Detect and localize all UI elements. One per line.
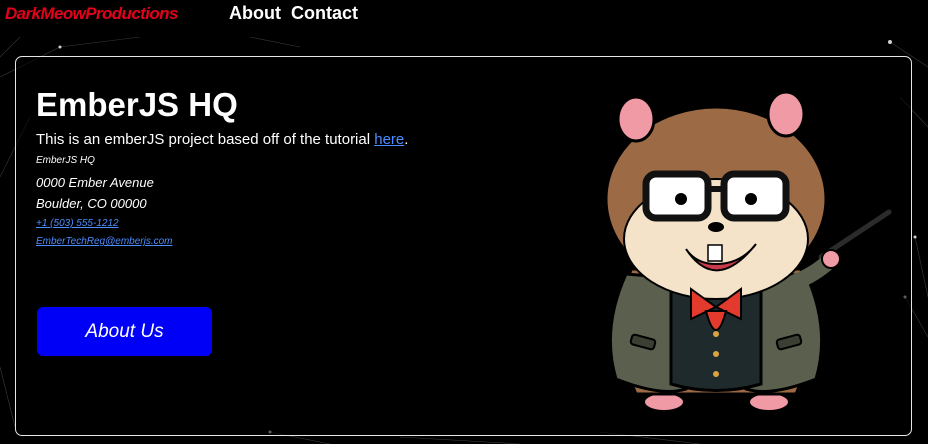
address-city: Boulder, CO 00000 — [36, 196, 147, 211]
page-title: EmberJS HQ — [36, 86, 238, 123]
brand-link[interactable]: DarkMeowProductions — [5, 4, 178, 24]
intro-sentence: This is an emberJS project based off of … — [36, 131, 375, 148]
nav-contact-link[interactable]: Contact — [291, 3, 358, 24]
about-us-button[interactable]: About Us — [37, 307, 212, 356]
email-link[interactable]: EmberTechReg@emberjs.com — [36, 236, 173, 247]
intro-period: . — [404, 131, 409, 148]
tutorial-link[interactable]: here — [374, 131, 404, 148]
navbar: DarkMeowProductions About Contact — [0, 0, 928, 32]
nav-about-link[interactable]: About — [229, 3, 281, 24]
address-street: 0000 Ember Avenue — [36, 175, 154, 190]
page: DarkMeowProductions About Contact EmberJ… — [0, 0, 928, 444]
address-name: EmberJS HQ — [36, 155, 95, 166]
phone-link[interactable]: +1 (503) 555-1212 — [36, 218, 119, 229]
tomster-hamster-mascot-icon — [604, 90, 892, 412]
nav-links: About Contact — [229, 3, 358, 24]
intro-text: This is an emberJS project based off of … — [36, 131, 408, 148]
hero-card: EmberJS HQ This is an emberJS project ba… — [15, 56, 912, 436]
